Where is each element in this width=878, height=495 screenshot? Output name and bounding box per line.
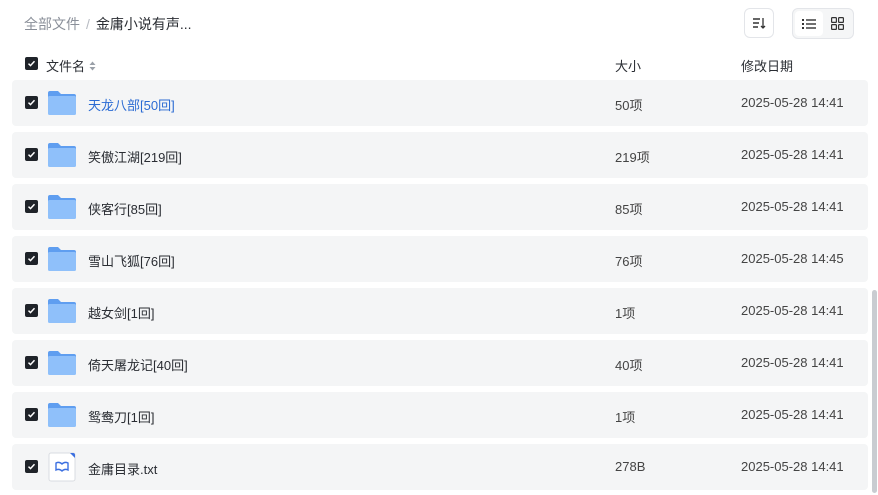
row-checkbox[interactable]	[25, 356, 38, 369]
file-date: 2025-05-28 14:41	[741, 355, 844, 370]
sort-icon	[753, 18, 766, 29]
row-checkbox[interactable]	[25, 304, 38, 317]
breadcrumb-separator: /	[86, 16, 90, 32]
column-name-label: 文件名	[46, 59, 86, 74]
row-checkbox[interactable]	[25, 252, 38, 265]
list-view-icon	[802, 18, 816, 29]
file-name[interactable]: 鸳鸯刀[1回]	[88, 407, 154, 426]
file-row[interactable]: 笑傲江湖[219回] 219项 2025-05-28 14:41	[12, 132, 868, 178]
file-row[interactable]: 侠客行[85回] 85项 2025-05-28 14:41	[12, 184, 868, 230]
row-checkbox[interactable]	[25, 408, 38, 421]
row-checkbox[interactable]	[25, 200, 38, 213]
file-name[interactable]: 雪山飞狐[76回]	[88, 251, 175, 270]
folder-icon	[47, 192, 77, 222]
check-icon	[27, 60, 36, 67]
file-name[interactable]: 越女剑[1回]	[88, 303, 154, 322]
file-row[interactable]: 雪山飞狐[76回] 76项 2025-05-28 14:45	[12, 236, 868, 282]
sort-toggle-icon[interactable]	[89, 61, 96, 71]
breadcrumb-root[interactable]: 全部文件	[24, 14, 80, 34]
folder-icon	[47, 88, 77, 118]
file-date: 2025-05-28 14:41	[741, 199, 844, 214]
grid-view-button[interactable]	[823, 11, 851, 36]
file-size: 219项	[615, 150, 650, 165]
list-view-button[interactable]	[795, 11, 823, 36]
folder-icon	[47, 244, 77, 274]
file-date: 2025-05-28 14:45	[741, 251, 844, 266]
grid-view-icon	[830, 17, 844, 30]
file-name[interactable]: 天龙八部[50回]	[88, 95, 175, 114]
file-name[interactable]: 倚天屠龙记[40回]	[88, 355, 188, 374]
row-checkbox[interactable]	[25, 460, 38, 473]
scrollbar-thumb[interactable]	[872, 290, 877, 493]
file-row[interactable]: 金庸目录.txt 278B 2025-05-28 14:41	[12, 444, 868, 490]
file-row[interactable]: 越女剑[1回] 1项 2025-05-28 14:41	[12, 288, 868, 334]
column-size-header: 大小	[615, 59, 642, 74]
breadcrumb: 全部文件 / 金庸小说有声...	[24, 15, 192, 33]
file-row[interactable]: 倚天屠龙记[40回] 40项 2025-05-28 14:41	[12, 340, 868, 386]
file-size: 76项	[615, 254, 643, 269]
folder-icon	[47, 348, 77, 378]
file-row[interactable]: 天龙八部[50回] 50项 2025-05-28 14:41	[12, 80, 868, 126]
file-size: 50项	[615, 98, 643, 113]
breadcrumb-current: 金庸小说有声...	[95, 16, 192, 32]
file-name[interactable]: 侠客行[85回]	[88, 199, 162, 218]
text-file-icon	[47, 452, 77, 482]
file-date: 2025-05-28 14:41	[741, 147, 844, 162]
column-date-header: 修改日期	[741, 59, 794, 74]
view-toggle	[792, 8, 854, 39]
column-name-header[interactable]: 文件名	[46, 56, 96, 75]
sort-button[interactable]	[744, 8, 774, 38]
file-size: 40项	[615, 358, 643, 373]
file-size: 1项	[615, 410, 636, 425]
folder-icon	[47, 140, 77, 170]
file-size: 85项	[615, 202, 643, 217]
table-header: 文件名 大小 修改日期	[12, 52, 868, 76]
row-checkbox[interactable]	[25, 96, 38, 109]
file-size: 278B	[615, 459, 646, 474]
folder-icon	[47, 400, 77, 430]
file-date: 2025-05-28 14:41	[741, 95, 844, 110]
file-date: 2025-05-28 14:41	[741, 407, 844, 422]
file-row[interactable]: 鸳鸯刀[1回] 1项 2025-05-28 14:41	[12, 392, 868, 438]
row-checkbox[interactable]	[25, 148, 38, 161]
file-name[interactable]: 金庸目录.txt	[88, 459, 157, 478]
file-date: 2025-05-28 14:41	[741, 459, 844, 474]
file-date: 2025-05-28 14:41	[741, 303, 844, 318]
folder-icon	[47, 296, 77, 326]
file-name[interactable]: 笑傲江湖[219回]	[88, 147, 182, 166]
select-all-checkbox[interactable]	[25, 57, 38, 70]
file-size: 1项	[615, 306, 636, 321]
